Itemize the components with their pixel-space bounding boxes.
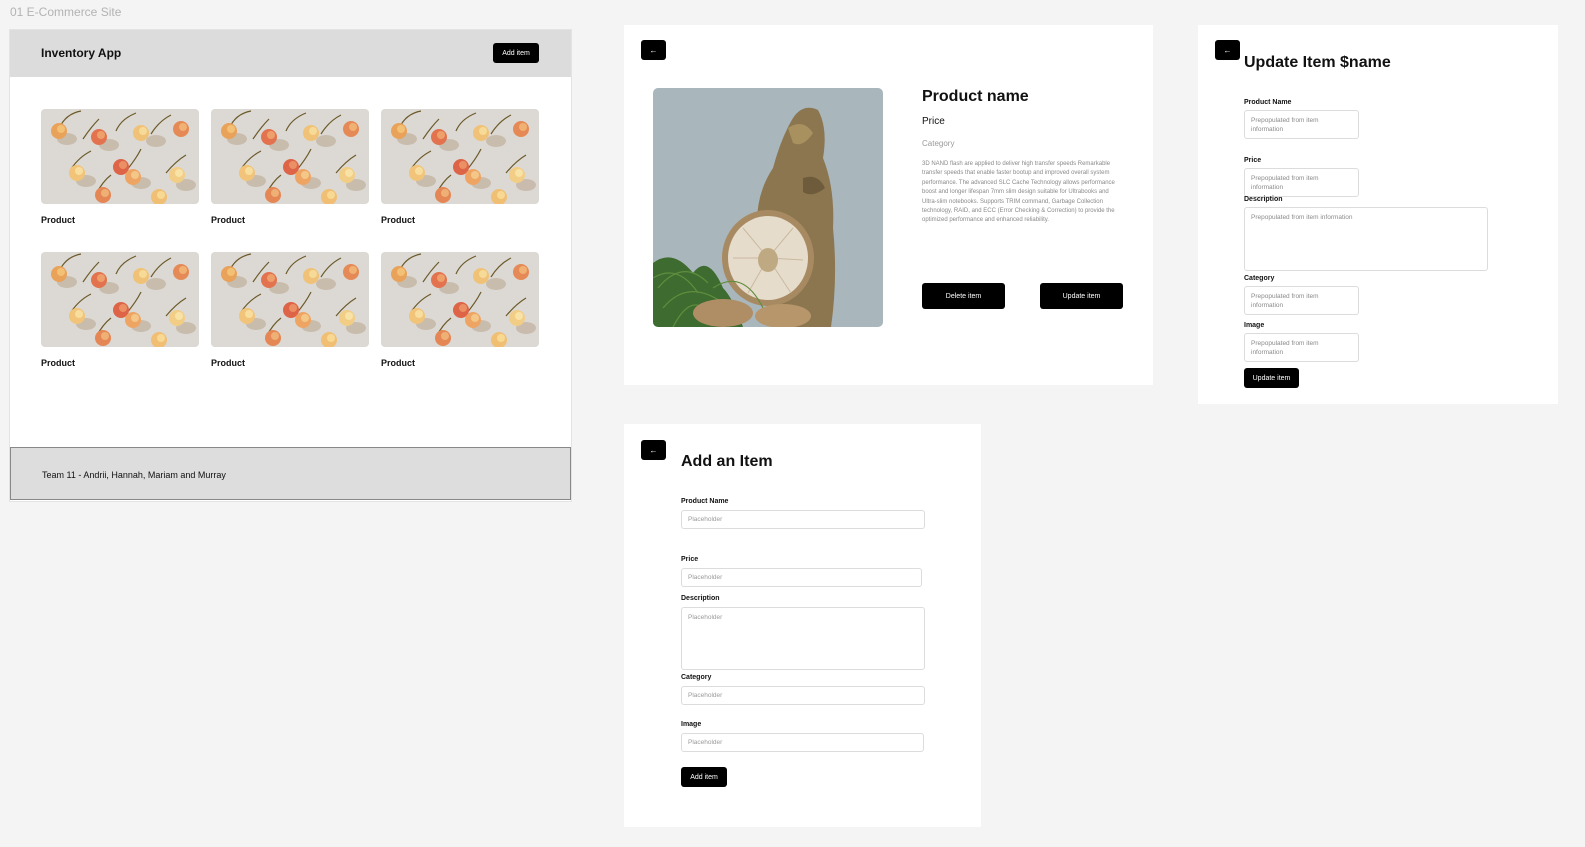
price-field[interactable]: Prepopulated from item information <box>1244 168 1359 197</box>
product-card[interactable]: Product <box>211 109 369 225</box>
canvas-page-label: 01 E-Commerce Site <box>10 5 122 19</box>
product-label: Product <box>381 215 416 225</box>
product-image <box>653 88 883 327</box>
product-label: Product <box>41 215 76 225</box>
product-label: Product <box>211 358 246 368</box>
app-title: Inventory App <box>41 46 122 60</box>
arrow-left-icon: ← <box>1223 45 1232 55</box>
category-label: Category <box>681 674 712 681</box>
description-field[interactable]: Prepopulated from item information <box>1244 207 1488 271</box>
update-item-submit-button[interactable]: Update item <box>1244 368 1299 388</box>
price-label: Price <box>1244 157 1262 164</box>
arrow-left-icon: ← <box>649 45 658 55</box>
product-card[interactable]: Product <box>41 109 199 225</box>
product-name: Product name <box>922 88 1029 105</box>
product-card[interactable]: Product <box>41 252 199 368</box>
category-input[interactable]: Placeholder <box>681 686 925 705</box>
update-item-button[interactable]: Update item <box>1040 283 1123 309</box>
delete-item-button[interactable]: Delete item <box>922 283 1005 309</box>
product-price: Price <box>922 116 945 127</box>
product-name-label: Product Name <box>681 498 729 505</box>
product-label: Product <box>381 358 416 368</box>
product-image <box>381 252 539 347</box>
description-label: Description <box>1244 196 1283 203</box>
image-label: Image <box>681 721 702 728</box>
product-card[interactable]: Product <box>381 252 539 368</box>
description-input[interactable]: Placeholder <box>681 607 925 670</box>
product-image <box>211 252 369 347</box>
image-input[interactable]: Placeholder <box>681 733 924 752</box>
app-footer: Team 11 - Andrii, Hannah, Mariam and Mur… <box>10 447 571 500</box>
product-description: 3D NAND flash are applied to deliver hig… <box>922 161 1115 224</box>
category-field[interactable]: Prepopulated from item information <box>1244 286 1359 315</box>
back-button[interactable]: ← <box>641 440 666 460</box>
app-header: Inventory App Add item <box>10 30 571 77</box>
back-button[interactable]: ← <box>1215 40 1240 60</box>
product-card[interactable]: Product <box>211 252 369 368</box>
product-detail-frame: ← Product name Price Category 3D NAND fl… <box>624 25 1153 385</box>
product-image <box>41 252 199 347</box>
category-label: Category <box>1244 275 1275 282</box>
add-item-button[interactable]: Add item <box>493 43 539 63</box>
arrow-left-icon: ← <box>649 445 658 455</box>
add-item-submit-button[interactable]: Add item <box>681 767 727 787</box>
product-image <box>211 109 369 204</box>
product-label: Product <box>41 358 76 368</box>
update-item-frame: ← Update Item $name Product Name Prepopu… <box>1198 25 1558 404</box>
product-label: Product <box>211 215 246 225</box>
footer-text: Team 11 - Andrii, Hannah, Mariam and Mur… <box>42 470 226 480</box>
price-label: Price <box>681 556 699 563</box>
price-input[interactable]: Placeholder <box>681 568 922 587</box>
product-image <box>41 109 199 204</box>
back-button[interactable]: ← <box>641 40 666 60</box>
add-item-frame: ← Add an Item Product Name Placeholder P… <box>624 424 981 827</box>
product-name-input[interactable]: Placeholder <box>681 510 925 529</box>
image-label: Image <box>1244 322 1265 329</box>
inventory-frame: Inventory App Add item Product Product P… <box>10 30 571 501</box>
product-card[interactable]: Product <box>381 109 539 225</box>
product-image <box>381 109 539 204</box>
product-name-field[interactable]: Prepopulated from item information <box>1244 110 1359 139</box>
description-label: Description <box>681 595 720 602</box>
image-field[interactable]: Prepopulated from item information <box>1244 333 1359 362</box>
product-category: Category <box>922 139 955 148</box>
page-title: Update Item $name <box>1244 54 1391 71</box>
page-title: Add an Item <box>681 453 773 470</box>
product-name-label: Product Name <box>1244 99 1292 106</box>
